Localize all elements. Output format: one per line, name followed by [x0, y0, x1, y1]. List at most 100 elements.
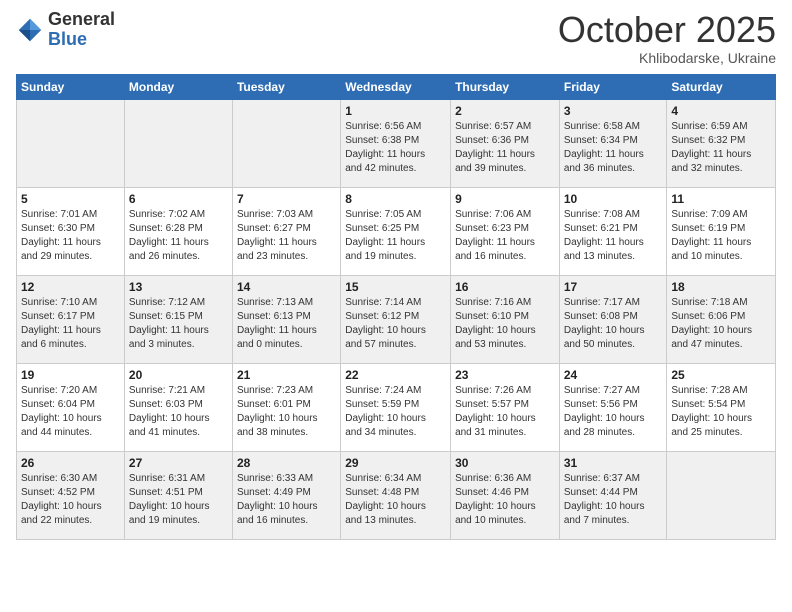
cell-date-number: 21	[237, 368, 336, 382]
cell-date-number: 27	[129, 456, 228, 470]
table-row: 9 Sunrise: 7:06 AM Sunset: 6:23 PM Daylig…	[451, 187, 560, 275]
cell-date-number: 3	[564, 104, 663, 118]
cell-date-number: 26	[21, 456, 120, 470]
table-row: 2 Sunrise: 6:57 AM Sunset: 6:36 PM Daylig…	[451, 99, 560, 187]
col-sunday: Sunday	[17, 74, 125, 99]
title-location: Khlibodarske, Ukraine	[558, 50, 776, 66]
table-row: 31 Sunrise: 6:37 AM Sunset: 4:44 PM Dayli…	[559, 451, 667, 539]
cell-info-text: Sunrise: 7:08 AM Sunset: 6:21 PM Dayligh…	[564, 208, 663, 264]
cell-date-number: 24	[564, 368, 663, 382]
col-wednesday: Wednesday	[341, 74, 451, 99]
cell-date-number: 20	[129, 368, 228, 382]
table-row: 30 Sunrise: 6:36 AM Sunset: 4:46 PM Dayli…	[451, 451, 560, 539]
table-row: 22 Sunrise: 7:24 AM Sunset: 5:59 PM Dayli…	[341, 363, 451, 451]
cell-date-number: 11	[671, 192, 771, 206]
title-block: October 2025 Khlibodarske, Ukraine	[558, 10, 776, 66]
cell-info-text: Sunrise: 7:26 AM Sunset: 5:57 PM Dayligh…	[455, 384, 555, 440]
cell-info-text: Sunrise: 7:02 AM Sunset: 6:28 PM Dayligh…	[129, 208, 228, 264]
cell-info-text: Sunrise: 6:37 AM Sunset: 4:44 PM Dayligh…	[564, 472, 663, 528]
cell-info-text: Sunrise: 6:34 AM Sunset: 4:48 PM Dayligh…	[345, 472, 446, 528]
cell-info-text: Sunrise: 6:33 AM Sunset: 4:49 PM Dayligh…	[237, 472, 336, 528]
cell-info-text: Sunrise: 7:24 AM Sunset: 5:59 PM Dayligh…	[345, 384, 446, 440]
cell-date-number: 18	[671, 280, 771, 294]
cell-date-number: 5	[21, 192, 120, 206]
cell-date-number: 1	[345, 104, 446, 118]
title-month: October 2025	[558, 10, 776, 50]
cell-date-number: 13	[129, 280, 228, 294]
calendar-week-row: 19 Sunrise: 7:20 AM Sunset: 6:04 PM Dayli…	[17, 363, 776, 451]
table-row: 25Sunrise: 7:28 AM Sunset: 5:54 PM Dayli…	[667, 363, 776, 451]
cell-date-number: 22	[345, 368, 446, 382]
table-row: 17 Sunrise: 7:17 AM Sunset: 6:08 PM Dayli…	[559, 275, 667, 363]
col-friday: Friday	[559, 74, 667, 99]
cell-date-number: 30	[455, 456, 555, 470]
cell-info-text: Sunrise: 7:06 AM Sunset: 6:23 PM Dayligh…	[455, 208, 555, 264]
table-row	[17, 99, 125, 187]
table-row: 14 Sunrise: 7:13 AM Sunset: 6:13 PM Dayli…	[232, 275, 340, 363]
table-row: 6Sunrise: 7:02 AM Sunset: 6:28 PM Daylig…	[124, 187, 232, 275]
calendar-header-row: Sunday Monday Tuesday Wednesday Thursday…	[17, 74, 776, 99]
table-row: 24 Sunrise: 7:27 AM Sunset: 5:56 PM Dayli…	[559, 363, 667, 451]
table-row: 19 Sunrise: 7:20 AM Sunset: 6:04 PM Dayli…	[17, 363, 125, 451]
col-monday: Monday	[124, 74, 232, 99]
cell-info-text: Sunrise: 6:57 AM Sunset: 6:36 PM Dayligh…	[455, 120, 555, 176]
cell-info-text: Sunrise: 7:27 AM Sunset: 5:56 PM Dayligh…	[564, 384, 663, 440]
table-row: 15 Sunrise: 7:14 AM Sunset: 6:12 PM Dayli…	[341, 275, 451, 363]
table-row: 10 Sunrise: 7:08 AM Sunset: 6:21 PM Dayli…	[559, 187, 667, 275]
table-row	[667, 451, 776, 539]
cell-date-number: 9	[455, 192, 555, 206]
cell-info-text: Sunrise: 7:18 AM Sunset: 6:06 PM Dayligh…	[671, 296, 771, 352]
table-row: 13Sunrise: 7:12 AM Sunset: 6:15 PM Dayli…	[124, 275, 232, 363]
table-row: 23 Sunrise: 7:26 AM Sunset: 5:57 PM Dayli…	[451, 363, 560, 451]
cell-info-text: Sunrise: 7:17 AM Sunset: 6:08 PM Dayligh…	[564, 296, 663, 352]
table-row: 7 Sunrise: 7:03 AM Sunset: 6:27 PM Daylig…	[232, 187, 340, 275]
logo-general-text: General	[48, 10, 115, 30]
cell-date-number: 23	[455, 368, 555, 382]
logo-text: General Blue	[48, 10, 115, 50]
calendar-week-row: 1Sunrise: 6:56 AM Sunset: 6:38 PM Daylig…	[17, 99, 776, 187]
cell-date-number: 10	[564, 192, 663, 206]
table-row: 26Sunrise: 6:30 AM Sunset: 4:52 PM Dayli…	[17, 451, 125, 539]
cell-date-number: 17	[564, 280, 663, 294]
table-row: 5 Sunrise: 7:01 AM Sunset: 6:30 PM Daylig…	[17, 187, 125, 275]
cell-date-number: 16	[455, 280, 555, 294]
cell-date-number: 19	[21, 368, 120, 382]
table-row: 18 Sunrise: 7:18 AM Sunset: 6:06 PM Dayli…	[667, 275, 776, 363]
cell-info-text: Sunrise: 7:03 AM Sunset: 6:27 PM Dayligh…	[237, 208, 336, 264]
cell-date-number: 8	[345, 192, 446, 206]
logo-blue-text: Blue	[48, 30, 115, 50]
calendar-week-row: 26Sunrise: 6:30 AM Sunset: 4:52 PM Dayli…	[17, 451, 776, 539]
cell-date-number: 15	[345, 280, 446, 294]
cell-info-text: Sunrise: 6:31 AM Sunset: 4:51 PM Dayligh…	[129, 472, 228, 528]
cell-date-number: 25	[671, 368, 771, 382]
cell-info-text: Sunrise: 7:13 AM Sunset: 6:13 PM Dayligh…	[237, 296, 336, 352]
table-row: 3 Sunrise: 6:58 AM Sunset: 6:34 PM Daylig…	[559, 99, 667, 187]
cell-date-number: 12	[21, 280, 120, 294]
cell-info-text: Sunrise: 6:59 AM Sunset: 6:32 PM Dayligh…	[671, 120, 771, 176]
table-row	[124, 99, 232, 187]
table-row: 16 Sunrise: 7:16 AM Sunset: 6:10 PM Dayli…	[451, 275, 560, 363]
table-row: 20 Sunrise: 7:21 AM Sunset: 6:03 PM Dayli…	[124, 363, 232, 451]
cell-info-text: Sunrise: 7:21 AM Sunset: 6:03 PM Dayligh…	[129, 384, 228, 440]
col-tuesday: Tuesday	[232, 74, 340, 99]
cell-info-text: Sunrise: 7:20 AM Sunset: 6:04 PM Dayligh…	[21, 384, 120, 440]
cell-date-number: 14	[237, 280, 336, 294]
table-row: 29 Sunrise: 6:34 AM Sunset: 4:48 PM Dayli…	[341, 451, 451, 539]
cell-date-number: 2	[455, 104, 555, 118]
col-saturday: Saturday	[667, 74, 776, 99]
cell-date-number: 31	[564, 456, 663, 470]
table-row: 4Sunrise: 6:59 AM Sunset: 6:32 PM Daylig…	[667, 99, 776, 187]
col-thursday: Thursday	[451, 74, 560, 99]
cell-info-text: Sunrise: 6:58 AM Sunset: 6:34 PM Dayligh…	[564, 120, 663, 176]
cell-info-text: Sunrise: 7:16 AM Sunset: 6:10 PM Dayligh…	[455, 296, 555, 352]
cell-info-text: Sunrise: 7:01 AM Sunset: 6:30 PM Dayligh…	[21, 208, 120, 264]
cell-date-number: 7	[237, 192, 336, 206]
table-row: 27 Sunrise: 6:31 AM Sunset: 4:51 PM Dayli…	[124, 451, 232, 539]
table-row: 12Sunrise: 7:10 AM Sunset: 6:17 PM Dayli…	[17, 275, 125, 363]
calendar-table: Sunday Monday Tuesday Wednesday Thursday…	[16, 74, 776, 540]
cell-info-text: Sunrise: 6:36 AM Sunset: 4:46 PM Dayligh…	[455, 472, 555, 528]
cell-date-number: 29	[345, 456, 446, 470]
cell-info-text: Sunrise: 7:05 AM Sunset: 6:25 PM Dayligh…	[345, 208, 446, 264]
page: General Blue October 2025 Khlibodarske, …	[0, 0, 792, 612]
cell-info-text: Sunrise: 7:14 AM Sunset: 6:12 PM Dayligh…	[345, 296, 446, 352]
